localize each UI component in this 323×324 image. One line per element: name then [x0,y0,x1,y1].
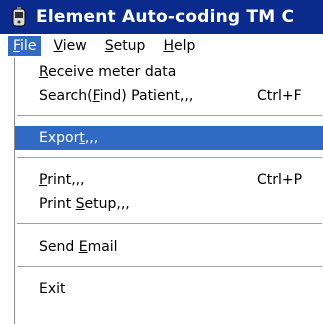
window-title: Element Auto-coding TM C [36,7,295,27]
menu-setup[interactable]: Setup [99,36,152,56]
file-menu-dropdown: Receive meter data Search(Find) Patient,… [14,58,323,324]
menu-bar: File View Setup Help [0,34,323,58]
menu-file[interactable]: File [8,36,42,56]
menu-separator [17,223,322,225]
ecg-device-icon [12,7,26,27]
menu-item-search-patient[interactable]: Search(Find) Patient,,, Ctrl+F [15,84,323,108]
menu-item-print[interactable]: Print,,, Ctrl+P [15,168,323,192]
shortcut-ctrl-f: Ctrl+F [257,88,302,104]
menu-item-receive-meter-data[interactable]: Receive meter data [15,60,323,84]
menu-item-exit[interactable]: Exit [15,277,323,301]
menu-separator [17,115,322,117]
menu-separator [17,266,322,268]
menu-item-print-setup[interactable]: Print Setup,,, [15,192,323,216]
menu-item-send-email[interactable]: Send Email [15,235,323,259]
title-bar: Element Auto-coding TM C [0,0,323,34]
menu-separator [17,157,322,159]
shortcut-ctrl-p: Ctrl+P [257,172,303,188]
menu-view[interactable]: View [47,36,92,56]
menu-help[interactable]: Help [157,36,201,56]
menu-item-export[interactable]: Export,,, [15,126,323,150]
